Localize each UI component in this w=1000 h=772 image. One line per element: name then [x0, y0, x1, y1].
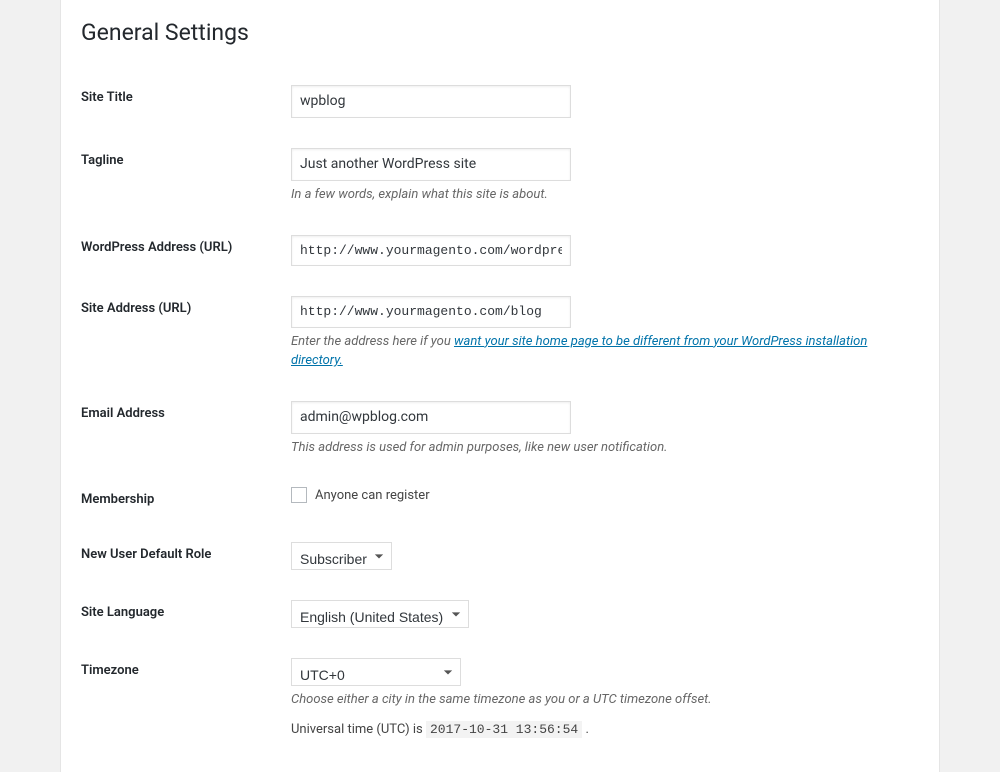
membership-checkbox[interactable] [291, 487, 307, 503]
membership-label: Membership [81, 472, 281, 527]
email-description: This address is used for admin purposes,… [291, 438, 909, 458]
tagline-label: Tagline [81, 133, 281, 220]
page-title: General Settings [81, 10, 919, 50]
email-label: Email Address [81, 386, 281, 473]
utc-suffix: . [585, 722, 588, 737]
default-role-label: New User Default Role [81, 527, 281, 585]
timezone-label: Timezone [81, 643, 281, 752]
site-address-input[interactable] [291, 296, 571, 327]
timezone-description: Choose either a city in the same timezon… [291, 690, 909, 710]
site-title-label: Site Title [81, 70, 281, 133]
timezone-select[interactable]: UTC+0 [291, 658, 461, 686]
utc-prefix: Universal time (UTC) is [291, 722, 426, 737]
default-role-select[interactable]: Subscriber [291, 542, 392, 570]
site-language-select[interactable]: English (United States) [291, 600, 469, 628]
site-address-description: Enter the address here if you want your … [291, 332, 909, 371]
site-address-label: Site Address (URL) [81, 281, 281, 385]
utc-info: Universal time (UTC) is 2017-10-31 13:56… [291, 722, 909, 737]
email-input[interactable] [291, 401, 571, 434]
wp-address-label: WordPress Address (URL) [81, 220, 281, 281]
wp-address-input[interactable] [291, 235, 571, 266]
tagline-input[interactable] [291, 148, 571, 181]
membership-checkbox-text: Anyone can register [315, 488, 430, 503]
site-language-label: Site Language [81, 585, 281, 643]
utc-value: 2017-10-31 13:56:54 [426, 721, 582, 738]
site-address-desc-prefix: Enter the address here if you [291, 334, 454, 349]
membership-checkbox-label[interactable]: Anyone can register [291, 487, 430, 503]
site-title-input[interactable] [291, 85, 571, 118]
tagline-description: In a few words, explain what this site i… [291, 185, 909, 205]
